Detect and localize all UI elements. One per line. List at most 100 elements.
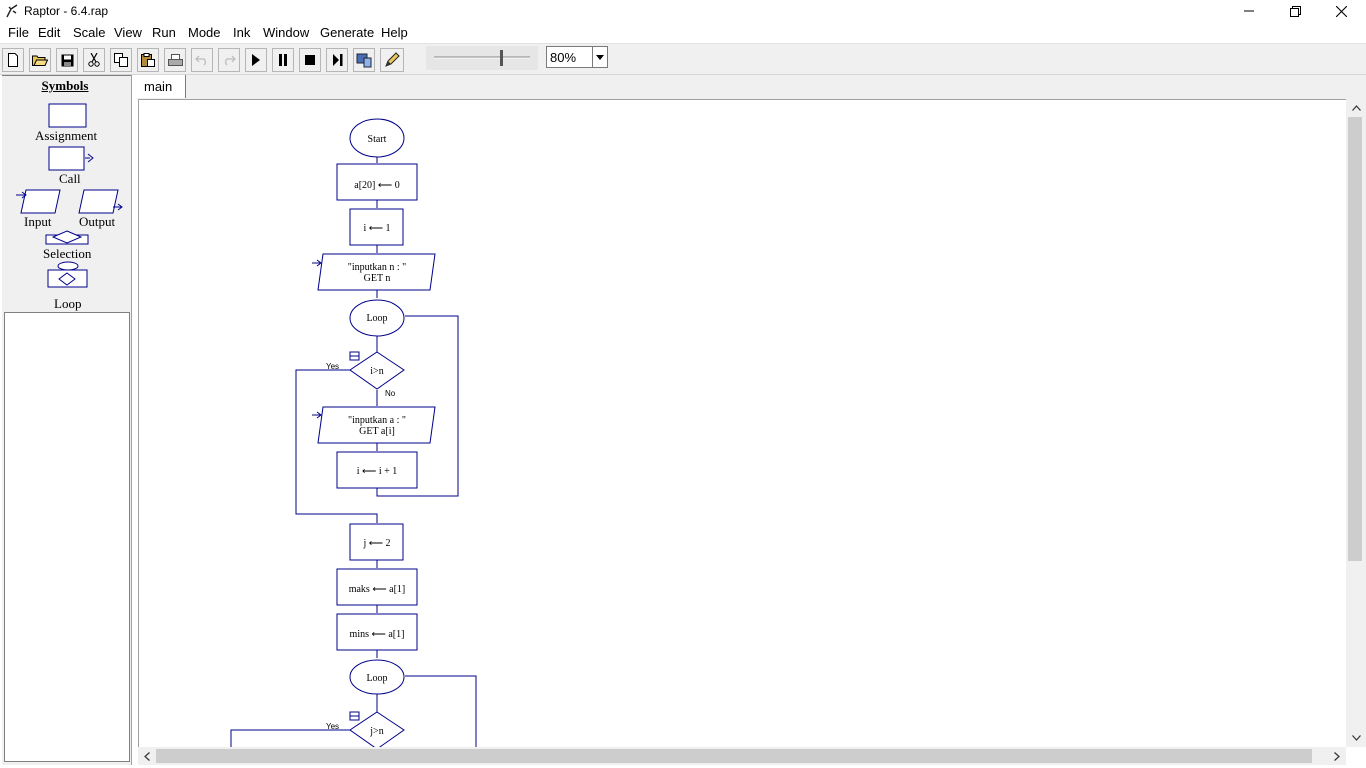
zoom-slider[interactable] xyxy=(426,46,538,70)
undo-button[interactable] xyxy=(191,48,213,72)
menu-generate[interactable]: Generate xyxy=(320,25,374,40)
input1-arrow xyxy=(312,259,322,267)
horizontal-scrollbar[interactable] xyxy=(138,747,1346,765)
play-icon xyxy=(252,54,260,66)
scroll-up-button[interactable] xyxy=(1346,99,1366,117)
restore-button[interactable] xyxy=(1272,0,1318,22)
restore-icon xyxy=(1289,5,1301,17)
input2-get-label: GET a[i] xyxy=(359,426,395,437)
test-server-button[interactable] xyxy=(353,48,375,72)
pen-icon xyxy=(385,52,400,67)
selection-symbol[interactable] xyxy=(45,230,89,245)
cut-button[interactable] xyxy=(83,48,105,72)
chevron-down-icon xyxy=(1351,735,1361,741)
chevron-down-icon xyxy=(596,54,604,60)
vertical-scroll-thumb[interactable] xyxy=(1348,117,1362,561)
start-label: Start xyxy=(368,134,387,145)
raptor-app-icon xyxy=(6,4,18,18)
menu-window[interactable]: Window xyxy=(263,25,309,40)
input2-prompt-label: "inputkan a : " xyxy=(348,415,406,426)
loop-label: Loop xyxy=(54,296,82,311)
output-symbol[interactable] xyxy=(78,189,123,214)
open-button[interactable] xyxy=(29,48,51,72)
flowchart-canvas[interactable]: Start a[20] ⟵ 0 i ⟵ 1 "inputkan n : " GE… xyxy=(138,99,1347,748)
assign5-label: maks ⟵ a[1] xyxy=(349,584,406,595)
toolbar xyxy=(0,44,1366,75)
loop1-exit-line xyxy=(295,369,378,523)
loop1-label: Loop xyxy=(366,313,387,324)
selection-label: Selection xyxy=(43,246,92,261)
cut-icon xyxy=(88,53,100,67)
vertical-scrollbar[interactable] xyxy=(1346,99,1366,747)
step-icon xyxy=(332,54,342,66)
assign3-label: i ⟵ i + 1 xyxy=(357,466,398,477)
scroll-right-button[interactable] xyxy=(1328,747,1346,765)
zoom-select[interactable]: 80% xyxy=(546,46,608,68)
loop2-label: Loop xyxy=(366,673,387,684)
horizontal-scroll-thumb[interactable] xyxy=(156,749,1312,763)
minimize-button[interactable] xyxy=(1226,0,1272,22)
menu-run[interactable]: Run xyxy=(152,25,176,40)
assignment-label: Assignment xyxy=(35,128,98,143)
symbols-palette: Symbols Assignment Call Input Output Sel… xyxy=(2,75,131,313)
stop-button[interactable] xyxy=(299,48,321,72)
decision2-label: j>n xyxy=(369,726,383,737)
yes2-label: Yes xyxy=(326,722,339,731)
ink-pen-button[interactable] xyxy=(380,48,404,72)
copy-icon xyxy=(114,53,128,67)
loop2-exit-line xyxy=(230,729,350,748)
scroll-down-button[interactable] xyxy=(1346,729,1366,747)
menu-mode[interactable]: Mode xyxy=(188,25,221,40)
paste-button[interactable] xyxy=(137,48,159,72)
menu-edit[interactable]: Edit xyxy=(38,25,60,40)
save-icon xyxy=(61,54,73,66)
call-symbol[interactable] xyxy=(48,146,94,171)
input-symbol[interactable] xyxy=(16,189,61,214)
chevron-up-icon xyxy=(1351,105,1361,111)
menu-ink[interactable]: Ink xyxy=(233,25,250,40)
new-button[interactable] xyxy=(2,48,24,72)
symbols-panel: Symbols Assignment Call Input Output Sel… xyxy=(2,75,132,765)
menu-help[interactable]: Help xyxy=(381,25,408,40)
menu-file[interactable]: File xyxy=(8,25,29,40)
yes1-label: Yes xyxy=(326,362,339,371)
menu-scale[interactable]: Scale xyxy=(73,25,106,40)
test-server-icon xyxy=(356,53,372,68)
symbols-shapes xyxy=(16,103,123,288)
step-button[interactable] xyxy=(326,48,348,72)
loop2-return-line xyxy=(405,675,477,748)
assignment-symbol[interactable] xyxy=(48,103,87,128)
tab-main[interactable]: main xyxy=(136,75,186,98)
zoom-slider-thumb xyxy=(500,50,503,66)
assign1-label: a[20] ⟵ 0 xyxy=(354,180,399,191)
close-button[interactable] xyxy=(1318,0,1364,22)
title-bar: Raptor - 6.4.rap xyxy=(0,0,1366,22)
call-label: Call xyxy=(59,171,81,186)
run-button[interactable] xyxy=(245,48,267,72)
tab-main-label: main xyxy=(144,79,173,94)
assign4-label: j ⟵ 2 xyxy=(362,538,390,549)
zoom-dropdown-button[interactable] xyxy=(592,47,607,67)
variables-list[interactable] xyxy=(4,312,130,762)
menu-bar: File Edit Scale View Run Mode Ink Window… xyxy=(0,22,1366,44)
scroll-left-button[interactable] xyxy=(138,747,156,765)
copy-button[interactable] xyxy=(110,48,132,72)
loop-symbol[interactable] xyxy=(47,261,88,288)
print-button[interactable] xyxy=(164,48,186,72)
save-button[interactable] xyxy=(56,48,78,72)
decision1-label: i>n xyxy=(370,366,383,377)
menu-view[interactable]: View xyxy=(114,25,142,40)
minimize-icon xyxy=(1244,10,1254,12)
tab-strip: main xyxy=(136,75,1366,99)
pause-button[interactable] xyxy=(272,48,294,72)
input1-prompt-label: "inputkan n : " xyxy=(348,262,406,273)
chevron-right-icon xyxy=(1334,751,1340,761)
redo-button[interactable] xyxy=(218,48,240,72)
close-icon xyxy=(1335,5,1347,17)
flowchart-svg: Start a[20] ⟵ 0 i ⟵ 1 "inputkan n : " GE… xyxy=(230,118,477,748)
open-folder-icon xyxy=(32,55,48,66)
pause-icon xyxy=(279,54,287,66)
paste-icon xyxy=(141,53,155,67)
input-label: Input xyxy=(24,214,52,229)
assign2-label: i ⟵ 1 xyxy=(363,223,390,234)
